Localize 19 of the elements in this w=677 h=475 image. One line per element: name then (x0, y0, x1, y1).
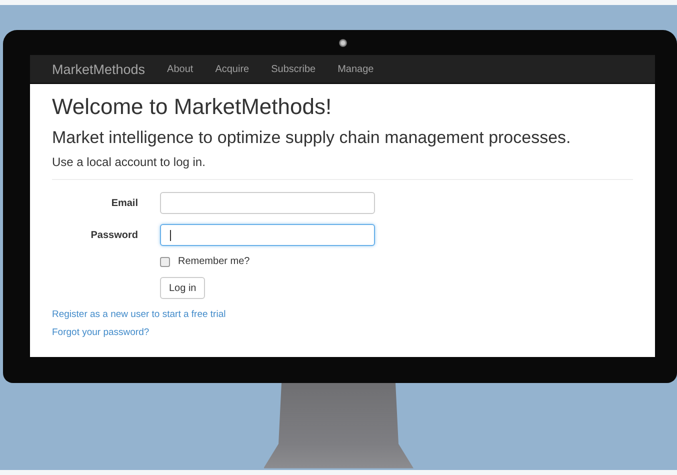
page-subtitle: Market intelligence to optimize supply chain management processes. (52, 128, 572, 148)
checkbox[interactable] (160, 256, 170, 266)
checkbox-label: Remember me? (178, 256, 250, 267)
input-field[interactable] (160, 224, 375, 246)
text-cursor (170, 230, 171, 241)
page-title: Welcome to MarketMethods! (52, 94, 333, 120)
input-field[interactable] (160, 192, 375, 214)
login-button[interactable]: Log in (160, 277, 206, 299)
field-label: Password (90, 230, 138, 240)
nav-link[interactable]: Subscribe (271, 64, 316, 74)
nav-link[interactable]: About (167, 64, 194, 74)
text-link[interactable]: Forgot your password? (52, 327, 633, 338)
instruction-text: Use a local account to log in. (52, 155, 206, 169)
nav-link[interactable]: Manage (338, 64, 374, 74)
field-label: Email (110, 198, 138, 208)
brand-link[interactable]: MarketMethods (52, 62, 146, 76)
camera-icon (338, 38, 346, 46)
nav-link[interactable]: Acquire (215, 64, 250, 74)
text-link[interactable]: Register as a new user to start a free trial (52, 309, 633, 320)
